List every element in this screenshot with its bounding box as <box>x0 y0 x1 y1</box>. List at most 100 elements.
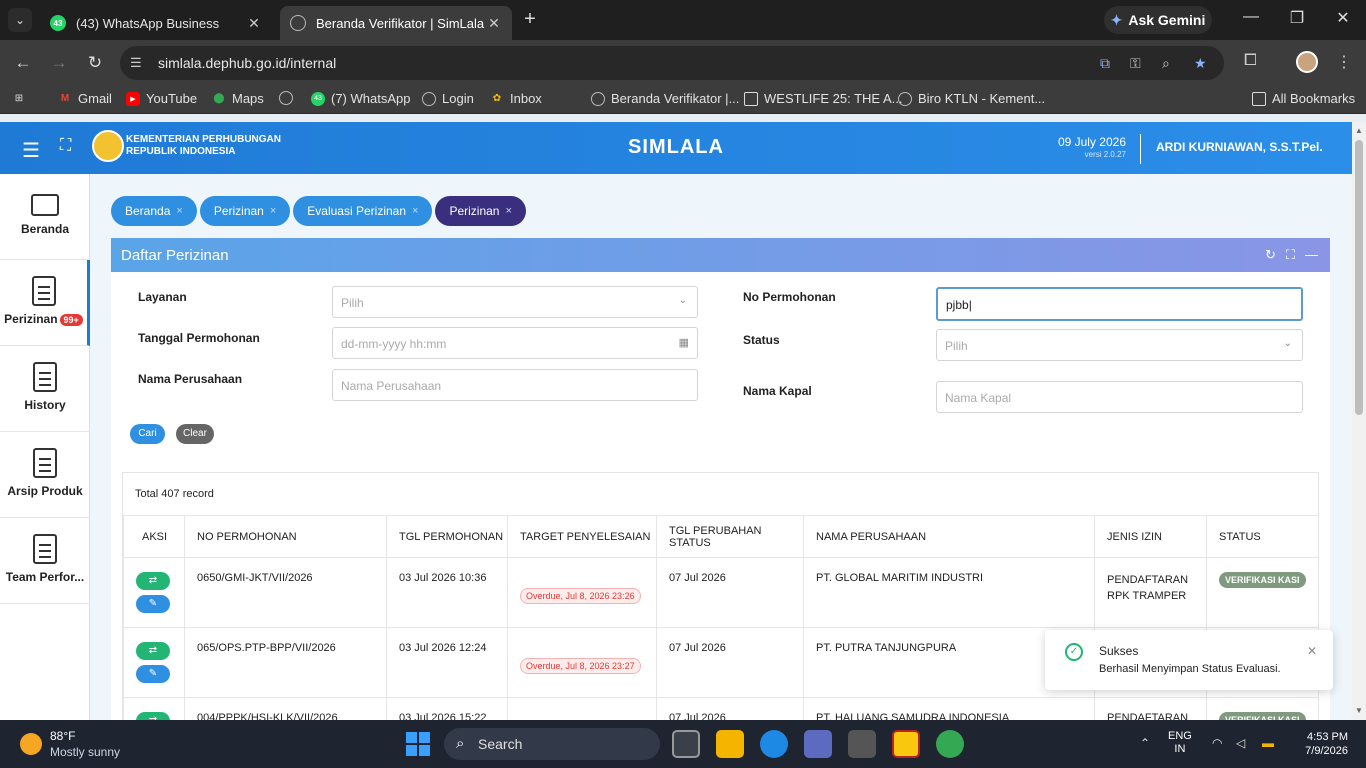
bookmark-maps[interactable]: ⬤ Maps <box>212 91 263 106</box>
sidebar-item-beranda[interactable]: Beranda <box>0 174 90 260</box>
no-permohonan-cell[interactable]: 065/OPS.PTP-BPP/VII/2026 <box>184 627 387 698</box>
minimize-button[interactable]: — <box>1236 8 1266 26</box>
bookmark-beranda[interactable]: Beranda Verifikator |... <box>591 91 739 106</box>
transfer-button[interactable]: ⇄ <box>136 642 170 660</box>
breadcrumb-item-evaluasi[interactable]: Evaluasi Perizinan × <box>293 196 433 226</box>
weather-temp[interactable]: 88°F <box>50 729 75 743</box>
layanan-select[interactable]: Pilih ⌄ <box>332 286 698 318</box>
bookmark-inbox[interactable]: ✿ Inbox <box>490 91 542 106</box>
close-icon[interactable]: × <box>176 205 182 217</box>
install-app-icon[interactable]: ⧉ <box>1100 55 1110 72</box>
records-table-container: Total 407 record AKSI NO PERMOHONAN TGL … <box>122 472 1319 768</box>
chrome-menu-icon[interactable]: ⋮ <box>1336 52 1352 72</box>
camera-icon[interactable] <box>848 730 876 758</box>
wifi-icon[interactable]: ◠ <box>1212 736 1222 750</box>
nama-kapal-input[interactable]: Nama Kapal <box>936 381 1303 413</box>
bookmark-westlife[interactable]: WESTLIFE 25: THE A... <box>744 91 902 106</box>
back-button[interactable]: ← <box>12 52 34 74</box>
edit-button[interactable]: ✎ <box>136 665 170 683</box>
no-permohonan-input[interactable]: pjbb| <box>936 287 1303 321</box>
url-text: simlala.dephub.go.id/internal <box>158 55 337 71</box>
breadcrumb-item-perizinan[interactable]: Perizinan × <box>199 196 291 226</box>
bookmark-whatsapp[interactable]: 43 (7) WhatsApp <box>311 91 410 106</box>
close-icon[interactable]: × <box>505 205 511 217</box>
sidebar-item-perizinan[interactable]: Perizinan 99+ <box>0 260 90 346</box>
sidebar-item-team-performance[interactable]: Team Perfor... <box>0 518 90 604</box>
bookmark-globe[interactable] <box>279 91 293 105</box>
ask-gemini-label: Ask Gemini <box>1128 12 1206 28</box>
nama-perusahaan-input[interactable]: Nama Perusahaan <box>332 369 698 401</box>
header-date: 09 July 2026 <box>1057 135 1126 149</box>
language-indicator[interactable]: ENG IN <box>1168 730 1192 756</box>
forward-button[interactable]: → <box>48 52 70 74</box>
scrollbar-thumb[interactable] <box>1355 140 1363 415</box>
table-row: ⇄ ✎ 0650/GMI-JKT/VII/2026 03 Jul 2026 10… <box>123 557 1319 628</box>
profile-avatar[interactable] <box>1296 51 1318 73</box>
chrome-icon[interactable] <box>936 730 964 758</box>
close-tab-icon[interactable]: ✕ <box>246 15 262 32</box>
sidebar-item-arsip-produk[interactable]: Arsip Produk <box>0 432 90 518</box>
bookmark-biro-ktln[interactable]: Biro KTLN - Kement... <box>898 91 1045 106</box>
close-window-button[interactable]: ✕ <box>1328 8 1358 28</box>
column-header: TGL PERUBAHAN STATUS <box>656 515 804 558</box>
new-tab-button[interactable]: + <box>518 8 542 32</box>
ask-gemini-button[interactable]: ✦ Ask Gemini <box>1104 6 1212 34</box>
apps-grid-icon[interactable]: ⊞ <box>12 91 26 105</box>
app-title: SIMLALA <box>628 136 724 158</box>
bookmark-star-icon[interactable]: ★ <box>1194 55 1207 72</box>
tanggal-input[interactable]: dd-mm-yyyy hh:mm ▦ <box>332 327 698 359</box>
sidebar-item-history[interactable]: History <box>0 346 90 432</box>
all-bookmarks[interactable]: All Bookmarks <box>1252 91 1355 106</box>
taskbar-clock[interactable]: 4:53 PM 7/9/2026 <box>1300 730 1348 758</box>
clear-button[interactable]: Clear <box>176 424 214 444</box>
no-permohonan-cell[interactable]: 0650/GMI-JKT/VII/2026 <box>184 557 387 628</box>
breadcrumb-item-perizinan-active[interactable]: Perizinan × <box>435 196 526 226</box>
volume-icon[interactable]: ◁ <box>1236 736 1245 750</box>
status-select[interactable]: Pilih ⌄ <box>936 329 1303 361</box>
close-icon[interactable]: × <box>270 205 276 217</box>
address-bar[interactable]: ☰ simlala.dephub.go.id/internal ⧉ ⚿ ⌕ ★ <box>120 46 1224 80</box>
tab-simlala[interactable]: Beranda Verifikator | SimLala ✕ <box>280 6 512 40</box>
bookmark-youtube[interactable]: ▶ YouTube <box>126 91 197 106</box>
weather-condition[interactable]: Mostly sunny <box>50 745 120 759</box>
task-view-icon[interactable] <box>672 730 700 758</box>
taskbar-search[interactable]: ⌕ Search <box>444 728 660 760</box>
nama-perusahaan-label: Nama Perusahaan <box>138 372 243 386</box>
sticky-notes-icon[interactable] <box>892 730 920 758</box>
refresh-icon[interactable]: ↻ <box>1265 247 1276 263</box>
globe-icon <box>279 91 293 105</box>
file-explorer-icon[interactable] <box>716 730 744 758</box>
calendar-icon[interactable]: ▦ <box>679 336 689 349</box>
expand-icon[interactable]: ⛶ <box>1286 247 1295 263</box>
close-tab-icon[interactable]: ✕ <box>486 15 502 32</box>
reload-button[interactable]: ↻ <box>84 52 106 74</box>
close-icon[interactable]: × <box>412 205 418 217</box>
extensions-icon[interactable]: ⧠ <box>1244 52 1257 70</box>
page-scrollbar[interactable]: ▲ ▼ <box>1352 122 1366 720</box>
transfer-button[interactable]: ⇄ <box>136 572 170 590</box>
scroll-down-icon[interactable]: ▼ <box>1355 706 1363 715</box>
close-icon[interactable]: ✕ <box>1307 644 1317 658</box>
tray-overflow-icon[interactable]: ⌃ <box>1140 736 1150 750</box>
search-button[interactable]: Cari <box>130 424 165 444</box>
site-info-icon[interactable]: ☰ <box>130 55 142 71</box>
restore-button[interactable]: ❐ <box>1282 8 1312 28</box>
collapse-icon[interactable]: — <box>1305 247 1318 263</box>
edit-button[interactable]: ✎ <box>136 595 170 613</box>
scroll-up-icon[interactable]: ▲ <box>1355 126 1363 135</box>
password-key-icon[interactable]: ⚿ <box>1130 55 1141 72</box>
windows-start-icon[interactable] <box>406 732 430 756</box>
bookmark-login[interactable]: Login <box>422 91 474 106</box>
tab-whatsapp[interactable]: 43 (43) WhatsApp Business ✕ <box>40 6 272 40</box>
tab-search-button[interactable]: ⌄ <box>8 8 32 32</box>
photos-icon: ✿ <box>492 93 502 104</box>
weather-sun-icon[interactable] <box>20 733 42 755</box>
edge-icon[interactable] <box>760 730 788 758</box>
copilot-icon[interactable] <box>804 730 832 758</box>
bookmark-gmail[interactable]: M Gmail <box>58 91 112 106</box>
battery-icon[interactable]: ▬ <box>1262 736 1274 750</box>
chevron-down-icon: ⌄ <box>678 295 687 306</box>
user-name[interactable]: ARDI KURNIAWAN, S.S.T.Pel. <box>1156 140 1323 154</box>
breadcrumb-item-beranda[interactable]: Beranda × <box>111 196 197 226</box>
zoom-icon[interactable]: ⌕ <box>1162 55 1170 72</box>
